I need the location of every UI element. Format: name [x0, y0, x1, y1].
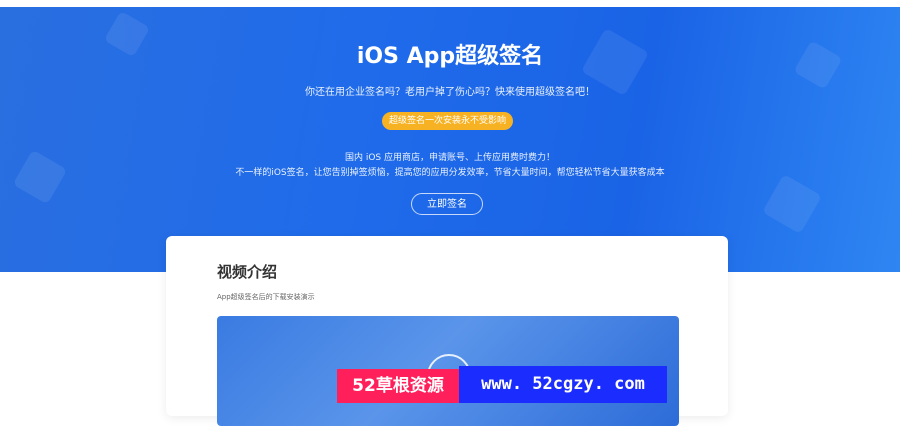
video-section-subtitle: App超级签名后的下载安装演示	[217, 293, 315, 301]
decorative-cube	[761, 173, 823, 235]
video-section-title: 视频介绍	[217, 263, 278, 281]
sign-now-button[interactable]: 立即签名	[411, 193, 483, 215]
hero-banner: iOS App超级签名 你还在用企业签名吗？老用户掉了伤心吗？快来使用超级签名吧…	[0, 7, 900, 272]
promo-badge: 超级签名一次安装永不受影响	[382, 112, 513, 130]
hero-subtitle: 你还在用企业签名吗？老用户掉了伤心吗？快来使用超级签名吧！	[305, 87, 595, 98]
watermark-brand: 52草根资源	[337, 369, 459, 403]
hero-title: iOS App超级签名	[356, 44, 544, 69]
top-bar	[0, 0, 900, 7]
hero-description-line-1: 国内 iOS 应用商店，申请账号、上传应用费时费力！	[344, 153, 556, 163]
hero-description-line-2: 不一样的iOS签名，让您告别掉签烦恼，提高您的应用分发效率，节省大量时间，帮您轻…	[235, 168, 665, 178]
watermark-url: www. 52cgzy. com	[459, 366, 667, 403]
